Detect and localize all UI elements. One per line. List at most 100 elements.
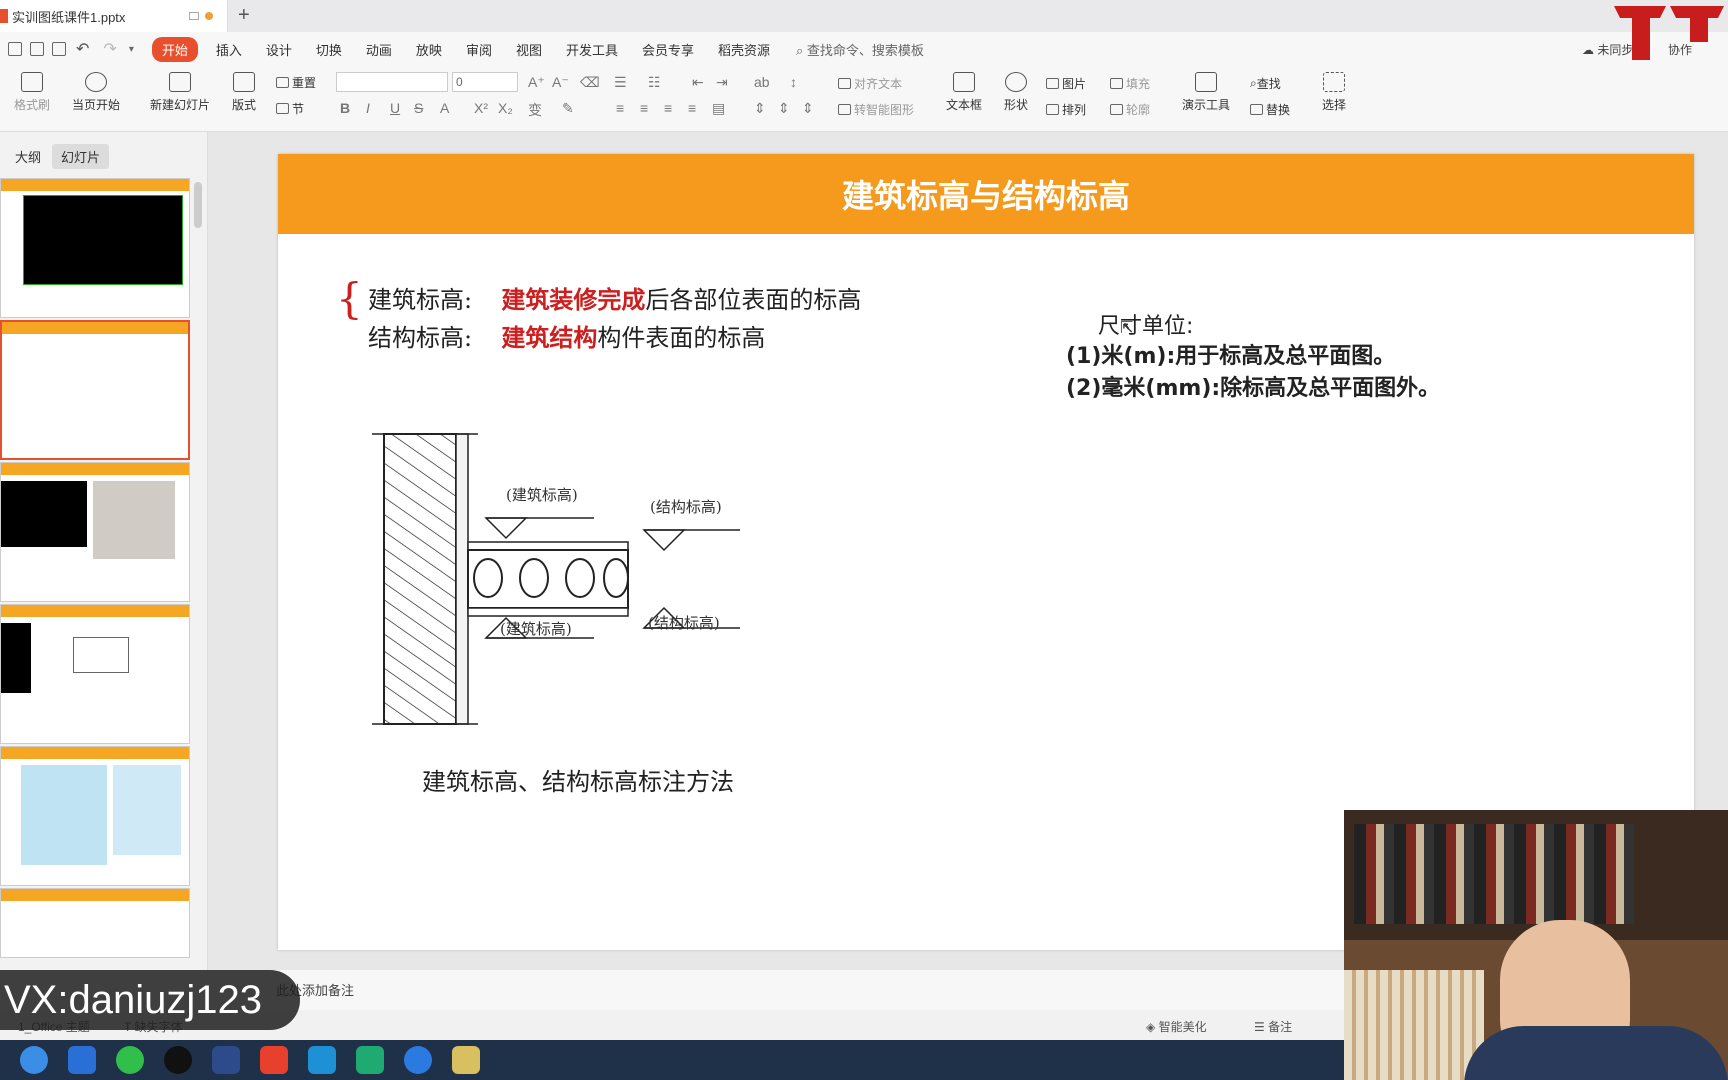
menu-member[interactable]: 会员专享 (630, 40, 706, 59)
presentation-tools-button[interactable]: 演示工具 (1182, 72, 1230, 113)
save-icon[interactable] (8, 42, 22, 56)
menu-design[interactable]: 设计 (254, 40, 304, 59)
shape-button[interactable]: 形状 (1004, 72, 1028, 113)
menu-animation[interactable]: 动画 (354, 40, 404, 59)
notes-icon: ☰ (1254, 1020, 1265, 1034)
elevation-mark-arch-top (484, 517, 528, 540)
elevation-mark-struct-top (642, 529, 686, 552)
cad-icon[interactable] (212, 1046, 240, 1074)
panel-scrollbar[interactable] (194, 182, 202, 228)
document-name: 实训图纸课件1.pptx (12, 9, 126, 25)
meeting-icon[interactable] (404, 1046, 432, 1074)
browser-icon[interactable] (20, 1046, 48, 1074)
textbox-button[interactable]: 文本框 (946, 72, 982, 113)
new-slide-button[interactable]: 新建幻灯片 (150, 72, 210, 113)
tab-outline[interactable]: 大纲 (6, 144, 50, 169)
slide-thumbnail[interactable] (0, 178, 190, 318)
menu-developer[interactable]: 开发工具 (554, 40, 630, 59)
clear-format-icon[interactable]: ⌫ (580, 74, 600, 91)
format-brush-button[interactable]: 格式刷 (14, 72, 50, 113)
floor-finish (467, 541, 629, 551)
justify-icon[interactable]: ≡ (688, 100, 696, 116)
app-icon[interactable] (68, 1046, 96, 1074)
undo-icon[interactable]: ↶ (76, 39, 89, 59)
picture-button[interactable]: 图片 (1046, 75, 1086, 92)
subscript-icon[interactable]: X₂ (498, 100, 513, 116)
highlight-icon[interactable]: ✎ (562, 100, 574, 117)
numbered-list-icon[interactable]: ☷ (648, 74, 661, 91)
distribute-icon[interactable]: ▤ (712, 100, 725, 117)
menu-home[interactable]: 开始 (151, 36, 198, 62)
font-size-select[interactable]: 0 (452, 72, 518, 92)
replace-button[interactable]: 替换 (1250, 101, 1290, 118)
italic-icon[interactable]: I (366, 100, 370, 116)
slide-thumbnail[interactable] (0, 888, 190, 958)
chevron-down-icon[interactable]: ▾ (129, 44, 134, 55)
image-app-icon[interactable] (452, 1046, 480, 1074)
wechat-icon[interactable] (116, 1046, 144, 1074)
command-search[interactable]: ⌕ 查找命令、搜索模板 (796, 40, 924, 59)
reset-button[interactable]: 重置 (276, 74, 316, 91)
line-spacing-icon[interactable]: ↕ (790, 74, 797, 90)
monitor-icon[interactable] (189, 12, 199, 20)
font-name-select[interactable] (336, 72, 448, 92)
thumbnail-header (1, 463, 189, 475)
menu-view[interactable]: 视图 (504, 40, 554, 59)
section-button[interactable]: 节 (276, 100, 304, 117)
phonetic-icon[interactable]: 变 (528, 100, 542, 120)
shrink-font-icon[interactable]: A⁻ (552, 74, 569, 91)
slide-thumbnail[interactable] (0, 462, 190, 602)
para-spacing3-icon[interactable]: ⇕ (802, 100, 814, 117)
slab-hole (565, 558, 595, 598)
print-icon[interactable] (30, 42, 44, 56)
find-button[interactable]: ⌕ 查找 (1250, 75, 1281, 92)
tab-slides[interactable]: 幻灯片 (52, 144, 110, 169)
fill-button[interactable]: 填充 (1110, 75, 1150, 92)
grow-font-icon[interactable]: A⁺ (528, 74, 545, 91)
arrange-button[interactable]: 排列 (1046, 101, 1086, 118)
thumbnail-image (1, 481, 87, 547)
webcam-feed (1344, 810, 1728, 1080)
new-tab-button[interactable]: + (238, 4, 250, 27)
bold-icon[interactable]: B (340, 100, 350, 116)
menu-insert[interactable]: 插入 (204, 40, 254, 59)
align-text-button[interactable]: 对齐文本 (838, 75, 902, 92)
menu-slideshow[interactable]: 放映 (404, 40, 454, 59)
superscript-icon[interactable]: X² (474, 100, 488, 116)
beautify-button[interactable]: ◈ 智能美化 (1146, 1018, 1207, 1035)
notes-button[interactable]: ☰ 备注 (1254, 1018, 1292, 1035)
indent-icon[interactable]: ⇥ (716, 74, 728, 91)
smart-shape-button[interactable]: 转智能图形 (838, 101, 914, 118)
underline-icon[interactable]: U (390, 100, 400, 116)
menu-review[interactable]: 审阅 (454, 40, 504, 59)
para-spacing2-icon[interactable]: ⇕ (778, 100, 790, 117)
thumbnail-image (113, 765, 181, 855)
beautify-icon: ◈ (1146, 1020, 1156, 1034)
layout-button[interactable]: 版式 (232, 72, 256, 113)
sheet-app-icon[interactable] (356, 1046, 384, 1074)
menu-transition[interactable]: 切换 (304, 40, 354, 59)
align-right-icon[interactable]: ≡ (664, 100, 672, 116)
preview-icon[interactable] (52, 42, 66, 56)
document-tab[interactable]: 实训图纸课件1.pptx (0, 0, 228, 32)
redo-icon[interactable]: ↷ (103, 39, 116, 59)
outdent-icon[interactable]: ⇤ (692, 74, 704, 91)
slide-thumbnail[interactable] (0, 604, 190, 744)
para-spacing-icon[interactable]: ⇕ (754, 100, 766, 117)
align-center-icon[interactable]: ≡ (640, 100, 648, 116)
slide-thumbnail-selected[interactable] (0, 320, 190, 460)
outline-button[interactable]: 轮廓 (1110, 101, 1150, 118)
strikethrough-icon[interactable]: S (414, 100, 423, 116)
books-lower (1344, 970, 1484, 1080)
text-direction-icon[interactable]: ab (754, 74, 770, 90)
slide-thumbnail[interactable] (0, 746, 190, 886)
menu-docer[interactable]: 稻壳资源 (706, 40, 782, 59)
align-left-icon[interactable]: ≡ (616, 100, 624, 116)
wps-icon[interactable] (260, 1046, 288, 1074)
qq-icon[interactable] (164, 1046, 192, 1074)
font-color-icon[interactable]: A (440, 100, 449, 116)
play-from-current-button[interactable]: 当页开始 (72, 72, 120, 113)
bullet-list-icon[interactable]: ☰ (614, 74, 627, 91)
text-app-icon[interactable] (308, 1046, 336, 1074)
select-button[interactable]: 选择 (1322, 72, 1346, 113)
